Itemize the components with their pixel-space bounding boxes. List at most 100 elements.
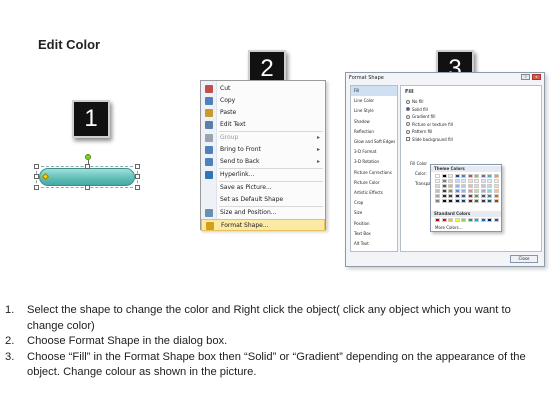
theme-color-swatch[interactable] <box>467 194 473 198</box>
category-3-d-rotation[interactable]: 3-D Rotation <box>351 157 397 167</box>
category-crop[interactable]: Crop <box>351 198 397 208</box>
radio-button[interactable] <box>406 99 410 104</box>
theme-color-swatch[interactable] <box>474 174 479 178</box>
fill-option-no-fill[interactable]: No fill <box>406 99 423 104</box>
theme-color-swatch[interactable] <box>493 199 499 203</box>
category-line-color[interactable]: Line Color <box>351 96 397 106</box>
theme-color-swatch[interactable] <box>441 199 447 203</box>
category-picture-color[interactable]: Picture Color <box>351 178 397 188</box>
resize-handle[interactable] <box>85 185 90 190</box>
theme-color-swatch[interactable] <box>448 184 453 188</box>
menu-item-copy[interactable]: Copy <box>201 95 325 107</box>
theme-color-swatch[interactable] <box>480 194 486 198</box>
theme-color-swatch[interactable] <box>487 184 492 188</box>
menu-item-group[interactable]: Group ▸ <box>201 132 325 144</box>
theme-color-swatch[interactable] <box>474 184 479 188</box>
menu-item-cut[interactable]: Cut <box>201 83 325 95</box>
category-fill[interactable]: Fill <box>351 86 397 96</box>
theme-color-swatch[interactable] <box>454 194 460 198</box>
theme-color-swatch[interactable] <box>435 189 440 193</box>
category-size[interactable]: Size <box>351 208 397 218</box>
theme-color-swatch[interactable] <box>448 179 453 183</box>
close-icon[interactable]: x <box>532 74 541 80</box>
theme-color-swatch[interactable] <box>454 174 460 178</box>
radio-button[interactable] <box>406 107 410 111</box>
radio-button[interactable] <box>406 129 410 134</box>
category-3-d-format[interactable]: 3-D Format <box>351 147 397 157</box>
menu-item-send-to-back[interactable]: Send to Back ▸ <box>201 156 325 168</box>
theme-color-swatch[interactable] <box>441 194 447 198</box>
category-line-style[interactable]: Line Style <box>351 106 397 116</box>
theme-color-swatch[interactable] <box>480 179 486 183</box>
menu-item-hyperlink[interactable]: Hyperlink... <box>201 169 325 181</box>
theme-color-swatch[interactable] <box>493 194 499 198</box>
standard-color-swatch[interactable] <box>435 218 440 222</box>
help-button[interactable]: ? <box>521 74 530 80</box>
radio-button[interactable] <box>406 114 410 119</box>
theme-color-swatch[interactable] <box>487 189 492 193</box>
theme-color-swatch[interactable] <box>474 199 479 203</box>
resize-handle[interactable] <box>34 174 39 179</box>
resize-handle[interactable] <box>135 174 140 179</box>
theme-color-swatch[interactable] <box>493 174 499 178</box>
theme-color-swatch[interactable] <box>441 184 447 188</box>
theme-color-swatch[interactable] <box>480 174 486 178</box>
theme-color-swatch[interactable] <box>435 199 440 203</box>
theme-color-swatch[interactable] <box>493 189 499 193</box>
theme-color-swatch[interactable] <box>461 174 466 178</box>
standard-color-swatch[interactable] <box>474 218 479 222</box>
menu-item-save-as-picture[interactable]: Save as Picture... <box>201 182 325 194</box>
theme-color-swatch[interactable] <box>435 174 440 178</box>
category-shadow[interactable]: Shadow <box>351 117 397 127</box>
resize-handle[interactable] <box>34 164 39 169</box>
theme-color-swatch[interactable] <box>448 199 453 203</box>
standard-color-swatch[interactable] <box>461 218 466 222</box>
category-glow-and-soft-edges[interactable]: Glow and Soft Edges <box>351 137 397 147</box>
theme-color-swatch[interactable] <box>461 179 466 183</box>
fill-option-slide-background-fill[interactable]: Slide background fill <box>406 137 453 142</box>
category-artistic-effects[interactable]: Artistic Effects <box>351 188 397 198</box>
fill-option-picture-or-texture-fill[interactable]: Picture or texture fill <box>406 122 453 127</box>
resize-handle[interactable] <box>85 164 90 169</box>
theme-color-swatch[interactable] <box>487 179 492 183</box>
theme-color-swatch[interactable] <box>454 184 460 188</box>
menu-item-edit-text[interactable]: Edit Text <box>201 119 325 131</box>
theme-color-swatch[interactable] <box>467 184 473 188</box>
theme-color-swatch[interactable] <box>493 179 499 183</box>
standard-color-swatch[interactable] <box>480 218 486 222</box>
theme-color-swatch[interactable] <box>435 179 440 183</box>
standard-color-swatch[interactable] <box>493 218 499 222</box>
standard-color-swatch[interactable] <box>487 218 492 222</box>
theme-color-swatch[interactable] <box>487 174 492 178</box>
theme-color-swatch[interactable] <box>448 194 453 198</box>
standard-color-swatch[interactable] <box>454 218 460 222</box>
category-alt-text[interactable]: Alt Text <box>351 239 397 249</box>
radio-button[interactable] <box>406 122 410 126</box>
fill-option-solid-fill[interactable]: Solid fill <box>406 107 428 112</box>
category-reflection[interactable]: Reflection <box>351 127 397 137</box>
theme-color-swatch[interactable] <box>487 199 492 203</box>
category-text-box[interactable]: Text Box <box>351 229 397 239</box>
menu-item-bring-to-front[interactable]: Bring to Front ▸ <box>201 144 325 156</box>
theme-color-swatch[interactable] <box>467 174 473 178</box>
menu-item-format-shape[interactable]: Format Shape... <box>201 219 325 231</box>
close-button[interactable]: Close <box>510 255 538 263</box>
theme-color-swatch[interactable] <box>454 199 460 203</box>
selected-shape[interactable] <box>33 152 141 192</box>
menu-item-size-and-position[interactable]: Size and Position... <box>201 207 325 219</box>
rounded-rectangle-shape[interactable] <box>39 168 135 186</box>
theme-color-swatch[interactable] <box>441 174 447 178</box>
checkbox[interactable] <box>406 137 410 141</box>
theme-color-swatch[interactable] <box>474 194 479 198</box>
theme-color-swatch[interactable] <box>448 189 453 193</box>
theme-color-swatch[interactable] <box>435 184 440 188</box>
resize-handle[interactable] <box>34 185 39 190</box>
more-colors-link[interactable]: More Colors... <box>435 225 463 230</box>
category-position[interactable]: Position <box>351 219 397 229</box>
menu-item-paste[interactable]: Paste <box>201 107 325 119</box>
category-picture-corrections[interactable]: Picture Corrections <box>351 168 397 178</box>
resize-handle[interactable] <box>135 185 140 190</box>
theme-color-swatch[interactable] <box>461 184 466 188</box>
rotation-handle[interactable] <box>85 154 91 160</box>
theme-color-swatch[interactable] <box>461 199 466 203</box>
